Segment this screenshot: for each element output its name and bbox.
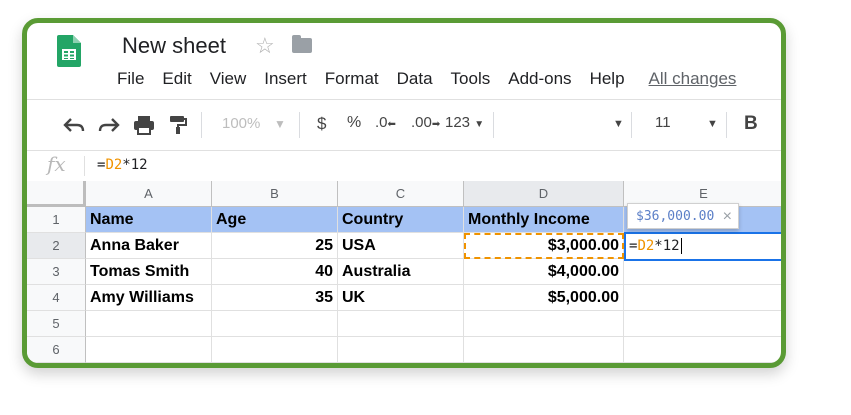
cell-d3[interactable]: $4,000.00	[464, 259, 624, 285]
formula-reference: D2	[105, 157, 123, 173]
cell-c4[interactable]: UK	[338, 285, 464, 311]
tooltip-value: $36,000.00	[636, 209, 715, 224]
menu-data[interactable]: Data	[388, 69, 442, 91]
cell-a5[interactable]	[86, 311, 212, 337]
cell-d4[interactable]: $5,000.00	[464, 285, 624, 311]
menu-edit[interactable]: Edit	[153, 69, 200, 91]
menu-tools[interactable]: Tools	[442, 69, 500, 91]
cell-c2[interactable]: USA	[338, 233, 464, 259]
formula-rest: *12	[122, 157, 148, 173]
cell-a1[interactable]: Name	[86, 207, 212, 233]
menu-format[interactable]: Format	[316, 69, 388, 91]
increase-decimal-button[interactable]: .00➡	[411, 114, 440, 131]
select-all-corner[interactable]	[27, 181, 86, 207]
cell-a3[interactable]: Tomas Smith	[86, 259, 212, 285]
cell-a6[interactable]	[86, 337, 212, 363]
cell-a2[interactable]: Anna Baker	[86, 233, 212, 259]
cell-a4[interactable]: Amy Williams	[86, 285, 212, 311]
toolbar-divider	[726, 112, 727, 138]
undo-icon[interactable]	[63, 116, 85, 134]
row-header-6[interactable]: 6	[27, 337, 86, 363]
decrease-decimal-button[interactable]: .0⬅	[375, 114, 396, 131]
font-size-input[interactable]: 11	[655, 114, 671, 131]
increase-decimal-label: .00	[411, 114, 432, 131]
arrow-left-icon: ⬅	[387, 119, 396, 130]
row-header-5[interactable]: 5	[27, 311, 86, 337]
formula-divider	[84, 156, 85, 176]
arrow-right-icon: ➡	[431, 119, 441, 130]
cell-c5[interactable]	[338, 311, 464, 337]
decrease-decimal-label: .0	[375, 114, 388, 131]
cell-d1[interactable]: Monthly Income	[464, 207, 624, 233]
row-header-4[interactable]: 4	[27, 285, 86, 311]
menu-file[interactable]: File	[117, 69, 153, 91]
zoom-select[interactable]: 100%	[222, 115, 260, 132]
toolbar-divider	[201, 112, 202, 138]
column-header-c[interactable]: C	[338, 181, 464, 207]
row-header-1[interactable]: 1	[27, 207, 86, 233]
editor-rest: *12	[654, 238, 680, 254]
paint-format-icon[interactable]	[168, 115, 188, 135]
cell-e6[interactable]	[624, 337, 781, 363]
star-icon[interactable]: ☆	[255, 33, 275, 59]
percent-button[interactable]: %	[347, 114, 361, 132]
fx-icon: fx	[47, 152, 66, 176]
cell-b2[interactable]: 25	[212, 233, 338, 259]
bold-button[interactable]: B	[744, 113, 758, 135]
cell-b1[interactable]: Age	[212, 207, 338, 233]
chevron-down-icon: ▼	[474, 119, 485, 130]
text-caret	[680, 238, 682, 254]
more-formats-button[interactable]: 123 ▼	[445, 114, 484, 131]
cell-c1[interactable]: Country	[338, 207, 464, 233]
cell-b5[interactable]	[212, 311, 338, 337]
menu-help[interactable]: Help	[581, 69, 634, 91]
cell-e2-editor[interactable]: =D2*12	[624, 232, 781, 261]
zoom-dropdown-icon[interactable]: ▼	[274, 117, 286, 131]
redo-icon[interactable]	[98, 116, 120, 134]
cell-e3[interactable]	[624, 259, 781, 285]
close-icon[interactable]: ×	[723, 204, 732, 230]
formula-input[interactable]: =D2*12	[97, 157, 148, 173]
folder-icon[interactable]	[292, 35, 312, 53]
row-header-2[interactable]: 2	[27, 233, 86, 259]
cell-d5[interactable]	[464, 311, 624, 337]
cell-b6[interactable]	[212, 337, 338, 363]
sheets-window: New sheet ☆ File Edit View Insert Format…	[27, 23, 781, 363]
sheets-logo-icon	[57, 35, 81, 67]
referenced-cell-highlight	[464, 233, 624, 259]
screenshot-frame: New sheet ☆ File Edit View Insert Format…	[22, 18, 786, 368]
print-icon[interactable]	[133, 115, 155, 135]
row-header-3[interactable]: 3	[27, 259, 86, 285]
font-family-dropdown-icon[interactable]: ▼	[613, 118, 624, 130]
toolbar-divider	[631, 112, 632, 138]
column-header-b[interactable]: B	[212, 181, 338, 207]
formula-bar: fx =D2*12	[27, 150, 781, 182]
column-header-a[interactable]: A	[86, 181, 212, 207]
document-title[interactable]: New sheet	[122, 33, 226, 59]
cell-b4[interactable]: 35	[212, 285, 338, 311]
menu-insert[interactable]: Insert	[255, 69, 316, 91]
toolbar: 100% ▼ $ % .0⬅ .00➡ 123 ▼ ▼ 11 ▼ B	[27, 99, 781, 150]
toolbar-divider	[493, 112, 494, 138]
toolbar-divider	[299, 112, 300, 138]
menu-addons[interactable]: Add-ons	[499, 69, 580, 91]
menu-bar: File Edit View Insert Format Data Tools …	[117, 69, 736, 91]
column-header-d[interactable]: D	[464, 181, 624, 207]
cell-c3[interactable]: Australia	[338, 259, 464, 285]
cell-d6[interactable]	[464, 337, 624, 363]
all-changes-link[interactable]: All changes	[649, 69, 737, 91]
editor-reference: D2	[637, 238, 655, 254]
cell-b3[interactable]: 40	[212, 259, 338, 285]
font-size-dropdown-icon[interactable]: ▼	[707, 118, 718, 130]
cell-c6[interactable]	[338, 337, 464, 363]
formula-result-tooltip: $36,000.00 ×	[627, 203, 739, 229]
cell-e4[interactable]	[624, 285, 781, 311]
cell-e5[interactable]	[624, 311, 781, 337]
menu-view[interactable]: View	[201, 69, 256, 91]
currency-button[interactable]: $	[317, 114, 326, 134]
more-formats-label: 123	[445, 114, 471, 131]
